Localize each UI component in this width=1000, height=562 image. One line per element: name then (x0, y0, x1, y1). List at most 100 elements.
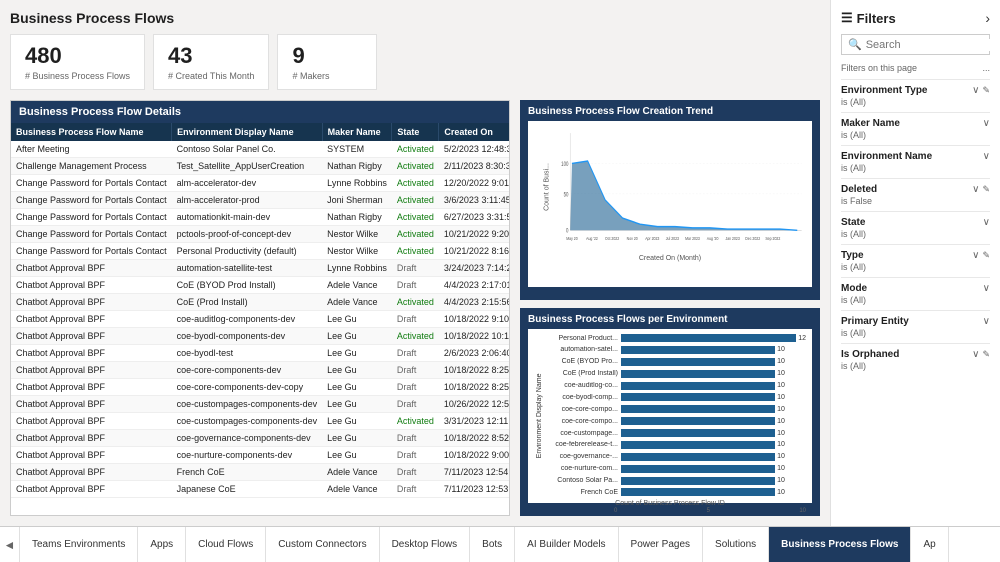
table-cell: Draft (392, 311, 439, 328)
table-row[interactable]: Chatbot Approval BPFcoe-byodl-components… (11, 328, 509, 345)
table-cell: After Meeting (11, 141, 172, 158)
bar-fill (621, 417, 775, 425)
table-cell: Nestor Wilke (322, 243, 392, 260)
filter-group-name: Environment Name (841, 151, 932, 162)
tab-ai-builder-models[interactable]: AI Builder Models (515, 527, 618, 562)
bar-value-label: 10 (775, 406, 785, 413)
tab-apps[interactable]: Apps (138, 527, 186, 562)
bar-row: coe-custompage...10 (543, 429, 806, 437)
filters-search-input[interactable] (866, 39, 1000, 51)
bar-x-axis-label: Count of Business Process Flow ID (534, 500, 806, 507)
tab-solutions[interactable]: Solutions (703, 527, 769, 562)
tab-bots[interactable]: Bots (470, 527, 515, 562)
table-row[interactable]: Chatbot Approval BPFJapanese CoEAdele Va… (11, 481, 509, 498)
table-row[interactable]: Chatbot Approval BPFautomation-satellite… (11, 260, 509, 277)
table-row[interactable]: Chatbot Approval BPFcoe-custompages-comp… (11, 413, 509, 430)
filter-chevron-icon[interactable]: ∨ (983, 151, 990, 162)
table-row[interactable]: Change Password for Portals ContactPerso… (11, 243, 509, 260)
filter-chevron-icon[interactable]: ∨ (972, 85, 979, 96)
table-cell: Chatbot Approval BPF (11, 294, 172, 311)
tab-business-process-flows[interactable]: Business Process Flows (769, 527, 911, 562)
bar-row: Personal Product...12 (543, 334, 806, 342)
filter-group-name: Maker Name (841, 118, 900, 129)
filter-group-icons[interactable]: ∨ (983, 217, 990, 228)
table-row[interactable]: After MeetingContoso Solar Panel Co.SYST… (11, 141, 509, 158)
table-cell: Lee Gu (322, 311, 392, 328)
table-row[interactable]: Chatbot Approval BPFFrench CoEAdele Vanc… (11, 464, 509, 481)
filter-group-name: Mode (841, 283, 867, 294)
filter-group-value: is (All) (841, 229, 990, 239)
table-row[interactable]: Change Password for Portals Contactalm-a… (11, 192, 509, 209)
col-header-maker[interactable]: Maker Name (322, 123, 392, 141)
table-row[interactable]: Change Password for Portals Contactpctoo… (11, 226, 509, 243)
tab-teams-environments[interactable]: Teams Environments (20, 527, 138, 562)
table-cell: Nathan Rigby (322, 209, 392, 226)
filter-group-icons[interactable]: ∨ (983, 316, 990, 327)
charts-panel: Business Process Flow Creation Trend Cou… (520, 100, 820, 516)
filter-chevron-icon[interactable]: ∨ (972, 250, 979, 261)
table-row[interactable]: Chatbot Approval BPFcoe-core-components-… (11, 362, 509, 379)
filter-group-value: is (All) (841, 328, 990, 338)
tabs-container: Teams EnvironmentsAppsCloud FlowsCustom … (20, 527, 1000, 562)
filter-chevron-icon[interactable]: ∨ (983, 217, 990, 228)
svg-text:0: 0 (566, 228, 568, 235)
col-header-state[interactable]: State (392, 123, 439, 141)
bar-label: automation-satel... (543, 346, 621, 353)
table-row[interactable]: Change Password for Portals Contactalm-a… (11, 175, 509, 192)
table-row[interactable]: Chatbot Approval BPFCoE (BYOD Prod Insta… (11, 277, 509, 294)
filter-group-icons[interactable]: ∨✎ (972, 349, 990, 360)
table-row[interactable]: Chatbot Approval BPFcoe-custompages-comp… (11, 396, 509, 413)
table-row[interactable]: Challenge Management ProcessTest_Satelli… (11, 158, 509, 175)
svg-text:May 20: May 20 (566, 235, 578, 241)
filters-search-box[interactable]: 🔍 (841, 34, 990, 55)
table-cell: Nestor Wilke (322, 226, 392, 243)
tab-power-pages[interactable]: Power Pages (619, 527, 703, 562)
filter-chevron-icon[interactable]: ∨ (972, 184, 979, 195)
filter-group-icons[interactable]: ∨✎ (972, 250, 990, 261)
tab-custom-connectors[interactable]: Custom Connectors (266, 527, 379, 562)
filter-chevron-icon[interactable]: ∨ (983, 283, 990, 294)
table-cell: 4/4/2023 2:17:01 PM (439, 277, 509, 294)
col-header-env[interactable]: Environment Display Name (172, 123, 323, 141)
table-row[interactable]: Change Password for Portals Contactautom… (11, 209, 509, 226)
table-cell: 10/21/2022 9:20:11 AM (439, 226, 509, 243)
bar-value-label: 10 (775, 477, 785, 484)
table-cell: 10/18/2022 9:10:20 AM (439, 311, 509, 328)
table-cell: SYSTEM (322, 141, 392, 158)
filter-chevron-icon[interactable]: ∨ (983, 316, 990, 327)
filter-group-icons[interactable]: ∨ (983, 283, 990, 294)
tab-desktop-flows[interactable]: Desktop Flows (380, 527, 471, 562)
table-cell: Draft (392, 345, 439, 362)
table-row[interactable]: Chatbot Approval BPFcoe-byodl-testLee Gu… (11, 345, 509, 362)
tab-ap[interactable]: Ap (911, 527, 948, 562)
filters-close-button[interactable]: › (985, 10, 990, 26)
tab-nav-left[interactable]: ◄ (0, 527, 20, 562)
table-row[interactable]: Chatbot Approval BPFCoE (Prod Install)Ad… (11, 294, 509, 311)
filter-edit-icon[interactable]: ✎ (982, 85, 990, 96)
table-cell: coe-nurture-components-dev (172, 447, 323, 464)
filter-group-icons[interactable]: ∨ (983, 151, 990, 162)
filter-group-icons[interactable]: ∨✎ (972, 85, 990, 96)
table-row[interactable]: Chatbot Approval BPFcoe-governance-compo… (11, 430, 509, 447)
table-container[interactable]: Business Process Flow Name Environment D… (11, 123, 509, 515)
tab-cloud-flows[interactable]: Cloud Flows (186, 527, 266, 562)
stat-card-bpf: 480 # Business Process Flows (10, 34, 145, 90)
table-row[interactable]: Chatbot Approval BPFcoe-auditlog-compone… (11, 311, 509, 328)
filter-edit-icon[interactable]: ✎ (982, 349, 990, 360)
col-header-created[interactable]: Created On (439, 123, 509, 141)
filter-edit-icon[interactable]: ✎ (982, 250, 990, 261)
filter-edit-icon[interactable]: ✎ (982, 184, 990, 195)
filters-on-page-dots[interactable]: ... (982, 63, 990, 73)
table-row[interactable]: Chatbot Approval BPFcoe-core-components-… (11, 379, 509, 396)
stat-card-month: 43 # Created This Month (153, 34, 269, 90)
filter-group-icons[interactable]: ∨ (983, 118, 990, 129)
filter-chevron-icon[interactable]: ∨ (983, 118, 990, 129)
table-cell: 7/11/2023 12:54:44 PM (439, 464, 509, 481)
bar-label: coe-auditlog-co... (543, 382, 621, 389)
table-cell: Activated (392, 413, 439, 430)
filter-chevron-icon[interactable]: ∨ (972, 349, 979, 360)
table-row[interactable]: Chatbot Approval BPFcoe-nurture-componen… (11, 447, 509, 464)
col-header-name[interactable]: Business Process Flow Name (11, 123, 172, 141)
table-cell: Personal Productivity (default) (172, 243, 323, 260)
filter-group-icons[interactable]: ∨✎ (972, 184, 990, 195)
